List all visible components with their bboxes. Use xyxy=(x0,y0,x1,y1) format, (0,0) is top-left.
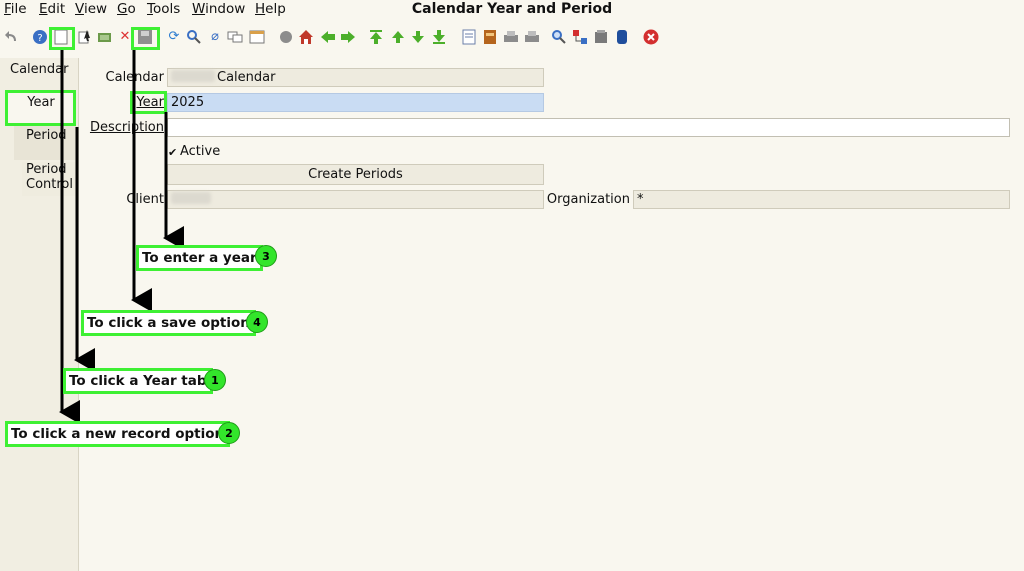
history-icon[interactable] xyxy=(249,29,265,45)
last-record-icon[interactable] xyxy=(431,29,447,45)
tab-calendar[interactable]: Calendar xyxy=(10,62,68,77)
active-label: Active xyxy=(180,144,221,159)
exit-icon[interactable] xyxy=(643,29,659,45)
badge-step-4: 4 xyxy=(246,311,268,333)
tab-period-control[interactable]: Period Control xyxy=(22,162,76,196)
year-label-highlight xyxy=(130,91,167,114)
delete-selection-icon[interactable] xyxy=(96,29,112,45)
menu-file[interactable]: File xyxy=(4,1,27,17)
client-field[interactable] xyxy=(167,190,544,209)
copy-record-icon[interactable] xyxy=(78,29,94,45)
description-field[interactable] xyxy=(167,118,1010,137)
database-icon[interactable] xyxy=(614,29,630,45)
forward-icon[interactable] xyxy=(340,29,356,45)
report-icon[interactable] xyxy=(461,29,477,45)
calendar-field[interactable]: Calendar xyxy=(167,68,544,87)
blurred-name xyxy=(171,70,215,82)
archive-icon[interactable] xyxy=(278,29,294,45)
tab-period-control-line1: Period xyxy=(26,162,67,177)
badge-step-3: 3 xyxy=(255,245,277,267)
product-info-icon[interactable] xyxy=(593,29,609,45)
organization-label: Organization xyxy=(546,192,630,207)
svg-text:?: ? xyxy=(37,33,42,44)
callout-year-tab: To click a Year tab xyxy=(63,368,213,394)
menu-view[interactable]: View xyxy=(75,1,107,17)
print-preview-icon[interactable] xyxy=(503,29,519,45)
refresh-icon[interactable]: ⟳ xyxy=(166,29,182,45)
calendar-field-value: Calendar xyxy=(217,70,276,85)
badge-step-1: 1 xyxy=(204,369,226,391)
menu-bar: File Edit View Go Tools Window Help Cale… xyxy=(0,0,1024,20)
zoom-across-icon[interactable] xyxy=(551,29,567,45)
next-record-icon[interactable] xyxy=(410,29,426,45)
find-icon[interactable] xyxy=(186,29,202,45)
menu-edit[interactable]: Edit xyxy=(39,1,65,17)
previous-record-icon[interactable] xyxy=(390,29,406,45)
calendar-label: Calendar xyxy=(105,70,164,85)
menu-help[interactable]: Help xyxy=(255,1,286,17)
active-checkbox[interactable]: ✔ xyxy=(168,146,177,159)
callout-save-option: To click a save option xyxy=(81,310,256,336)
menu-window[interactable]: Window xyxy=(192,1,245,17)
undo-icon[interactable] xyxy=(4,29,20,45)
callout-enter-year: To enter a year xyxy=(136,245,263,271)
tab-panel: Calendar Year Period Period Control xyxy=(0,58,78,571)
chat-icon[interactable] xyxy=(227,29,243,45)
blurred-client xyxy=(171,192,211,204)
home-icon[interactable] xyxy=(298,29,314,45)
archived-docs-icon[interactable] xyxy=(482,29,498,45)
tab-period-control-line2: Control xyxy=(26,177,73,192)
badge-step-2: 2 xyxy=(218,422,240,444)
callout-new-record: To click a new record option xyxy=(5,421,231,447)
menu-go[interactable]: Go xyxy=(117,1,136,17)
create-periods-button[interactable]: Create Periods xyxy=(167,164,544,185)
year-tab-highlight xyxy=(5,90,76,126)
organization-field[interactable]: * xyxy=(633,190,1010,209)
description-label: Description xyxy=(89,120,164,135)
year-field[interactable]: 2025 xyxy=(167,93,544,112)
menu-tools[interactable]: Tools xyxy=(147,1,180,17)
tab-period[interactable]: Period xyxy=(14,124,76,160)
tab-period-label: Period xyxy=(26,128,67,143)
new-record-highlight xyxy=(49,27,75,50)
workflow-icon[interactable] xyxy=(572,29,588,45)
save-highlight xyxy=(131,27,160,50)
print-icon[interactable] xyxy=(524,29,540,45)
attachment-icon[interactable]: ⌀ xyxy=(207,29,223,45)
first-record-icon[interactable] xyxy=(368,29,384,45)
back-icon[interactable] xyxy=(320,29,336,45)
client-label: Client xyxy=(126,192,164,207)
help-icon[interactable]: ? xyxy=(32,29,48,45)
